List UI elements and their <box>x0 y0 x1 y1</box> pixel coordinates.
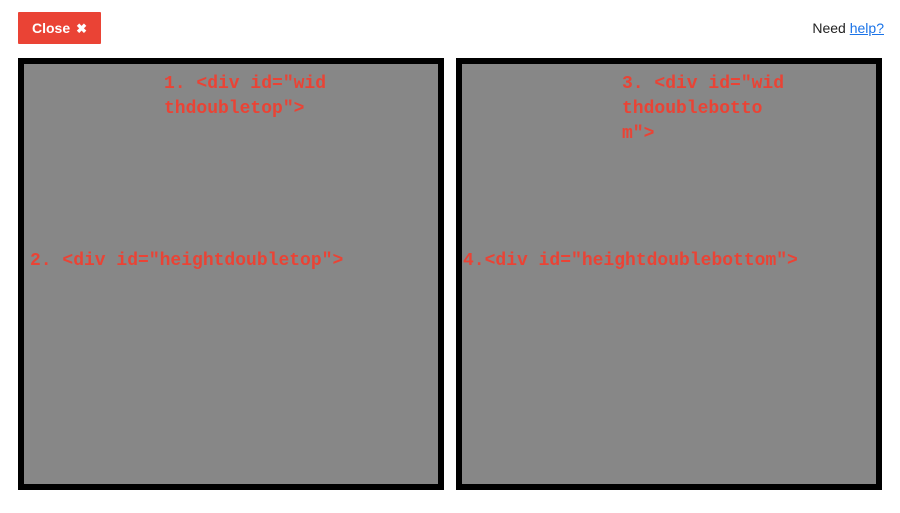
need-label: Need <box>812 20 849 36</box>
code-snippet-3: 3. <div id="widthdoublebottom"> <box>622 72 787 148</box>
close-icon: ✖ <box>76 22 87 35</box>
code-snippet-4: 4.<div id="heightdoublebottom"> <box>463 249 883 274</box>
help-link[interactable]: help? <box>850 20 884 36</box>
close-button-label: Close <box>32 20 70 36</box>
top-bar: Close ✖ Need help? <box>0 0 900 52</box>
panels-container: 1. <div id="widthdoubletop"> 2. <div id=… <box>0 52 900 508</box>
left-panel: 1. <div id="widthdoubletop"> 2. <div id=… <box>18 58 444 490</box>
help-text: Need help? <box>812 20 884 36</box>
code-snippet-1: 1. <div id="widthdoubletop"> <box>164 72 334 122</box>
code-snippet-2: 2. <div id="heightdoubletop"> <box>30 249 435 274</box>
close-button[interactable]: Close ✖ <box>18 12 101 44</box>
right-panel: 3. <div id="widthdoublebottom"> 4.<div i… <box>456 58 882 490</box>
